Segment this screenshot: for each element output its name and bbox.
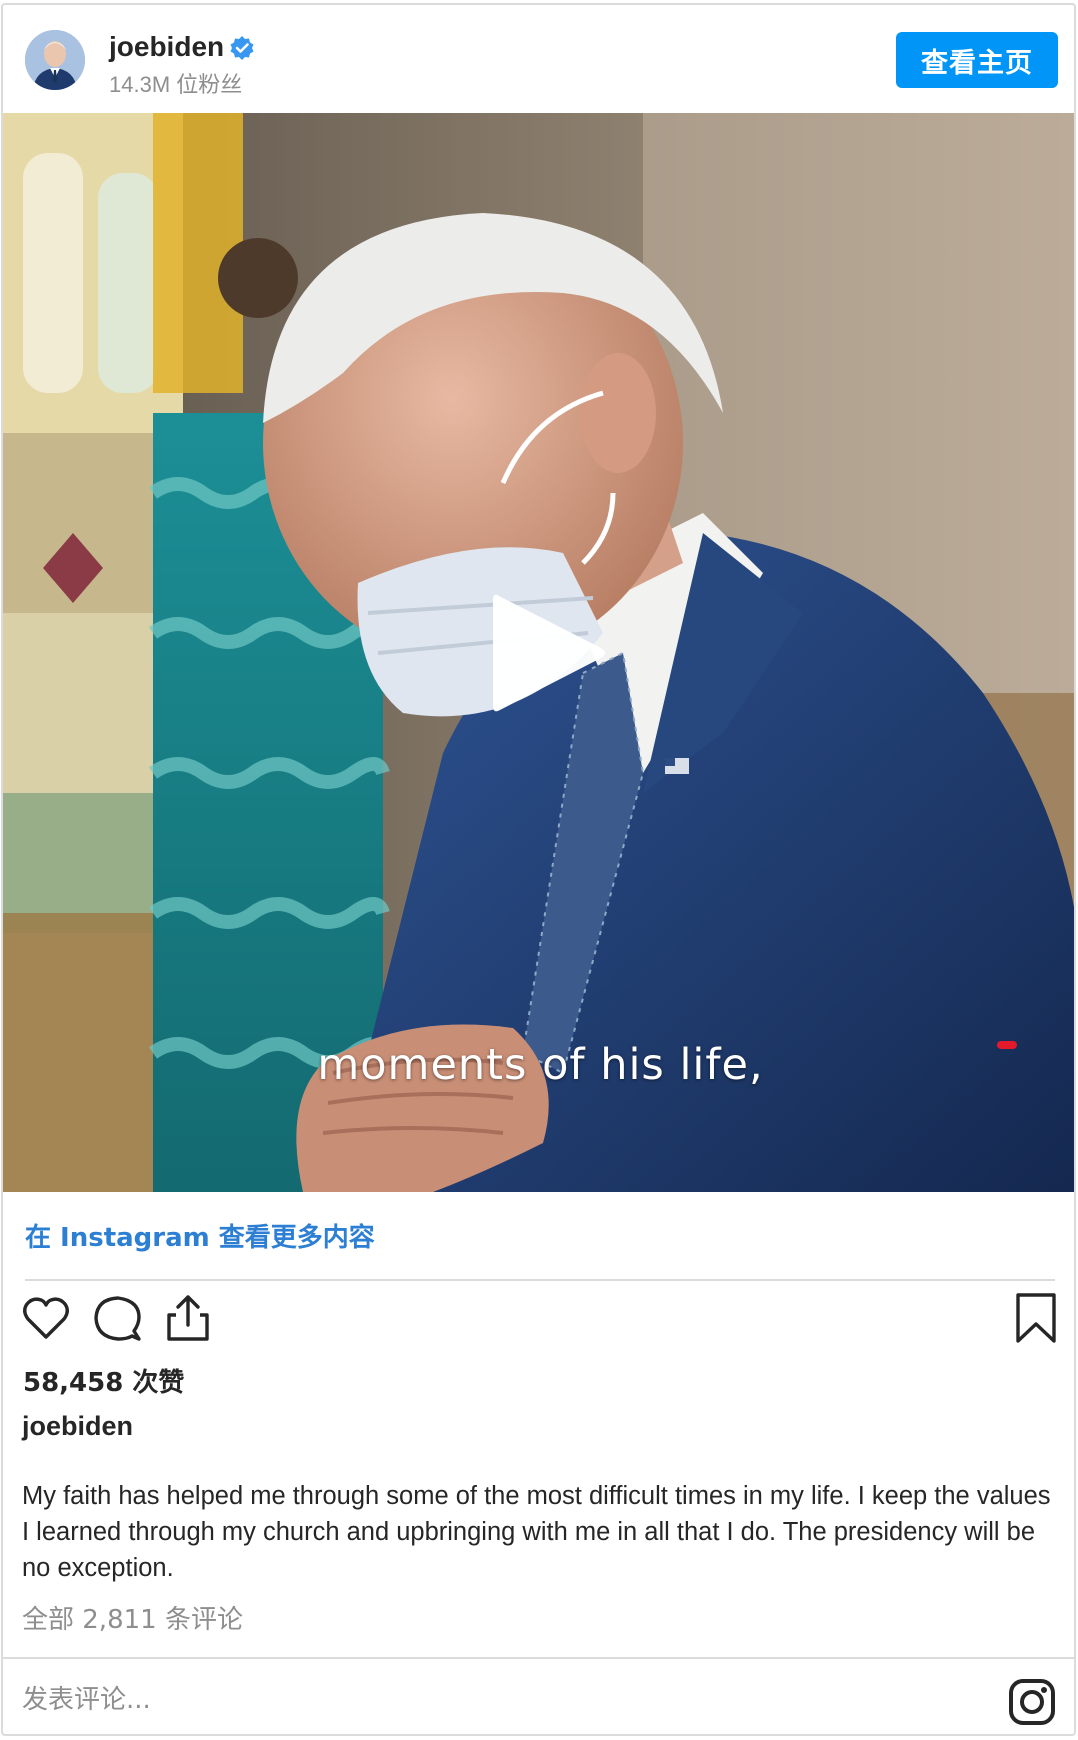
- divider: [3, 1657, 1074, 1659]
- caption-username[interactable]: joebiden: [22, 1411, 133, 1442]
- comment-icon[interactable]: [90, 1291, 144, 1345]
- caption-text: My faith has helped me through some of t…: [22, 1482, 1051, 1582]
- post-header: joebiden 14.3M 位粉丝 查看主页: [3, 5, 1074, 113]
- instagram-embed-card: joebiden 14.3M 位粉丝 查看主页 moments of his l…: [1, 3, 1076, 1736]
- post-video[interactable]: moments of his life,: [3, 113, 1074, 1192]
- divider: [25, 1279, 1055, 1281]
- view-profile-button[interactable]: 查看主页: [896, 32, 1058, 88]
- follower-count: 14.3M 位粉丝: [109, 72, 243, 97]
- video-subtitle: moments of his life,: [317, 1040, 764, 1090]
- avatar[interactable]: [25, 30, 85, 90]
- like-count[interactable]: 58,458 次赞: [23, 1362, 184, 1399]
- instagram-logo-icon[interactable]: [1008, 1678, 1056, 1726]
- view-more-on-instagram-link[interactable]: 在 Instagram 查看更多内容: [25, 1217, 375, 1254]
- view-all-comments-link[interactable]: 全部 2,811 条评论: [22, 1599, 243, 1636]
- share-icon[interactable]: [161, 1291, 215, 1345]
- verified-badge-icon: [230, 36, 254, 60]
- post-username[interactable]: joebiden: [109, 31, 224, 63]
- heart-icon[interactable]: [19, 1291, 73, 1345]
- bookmark-icon[interactable]: [1009, 1291, 1063, 1345]
- play-icon[interactable]: [481, 588, 611, 718]
- comment-input[interactable]: [22, 1677, 822, 1723]
